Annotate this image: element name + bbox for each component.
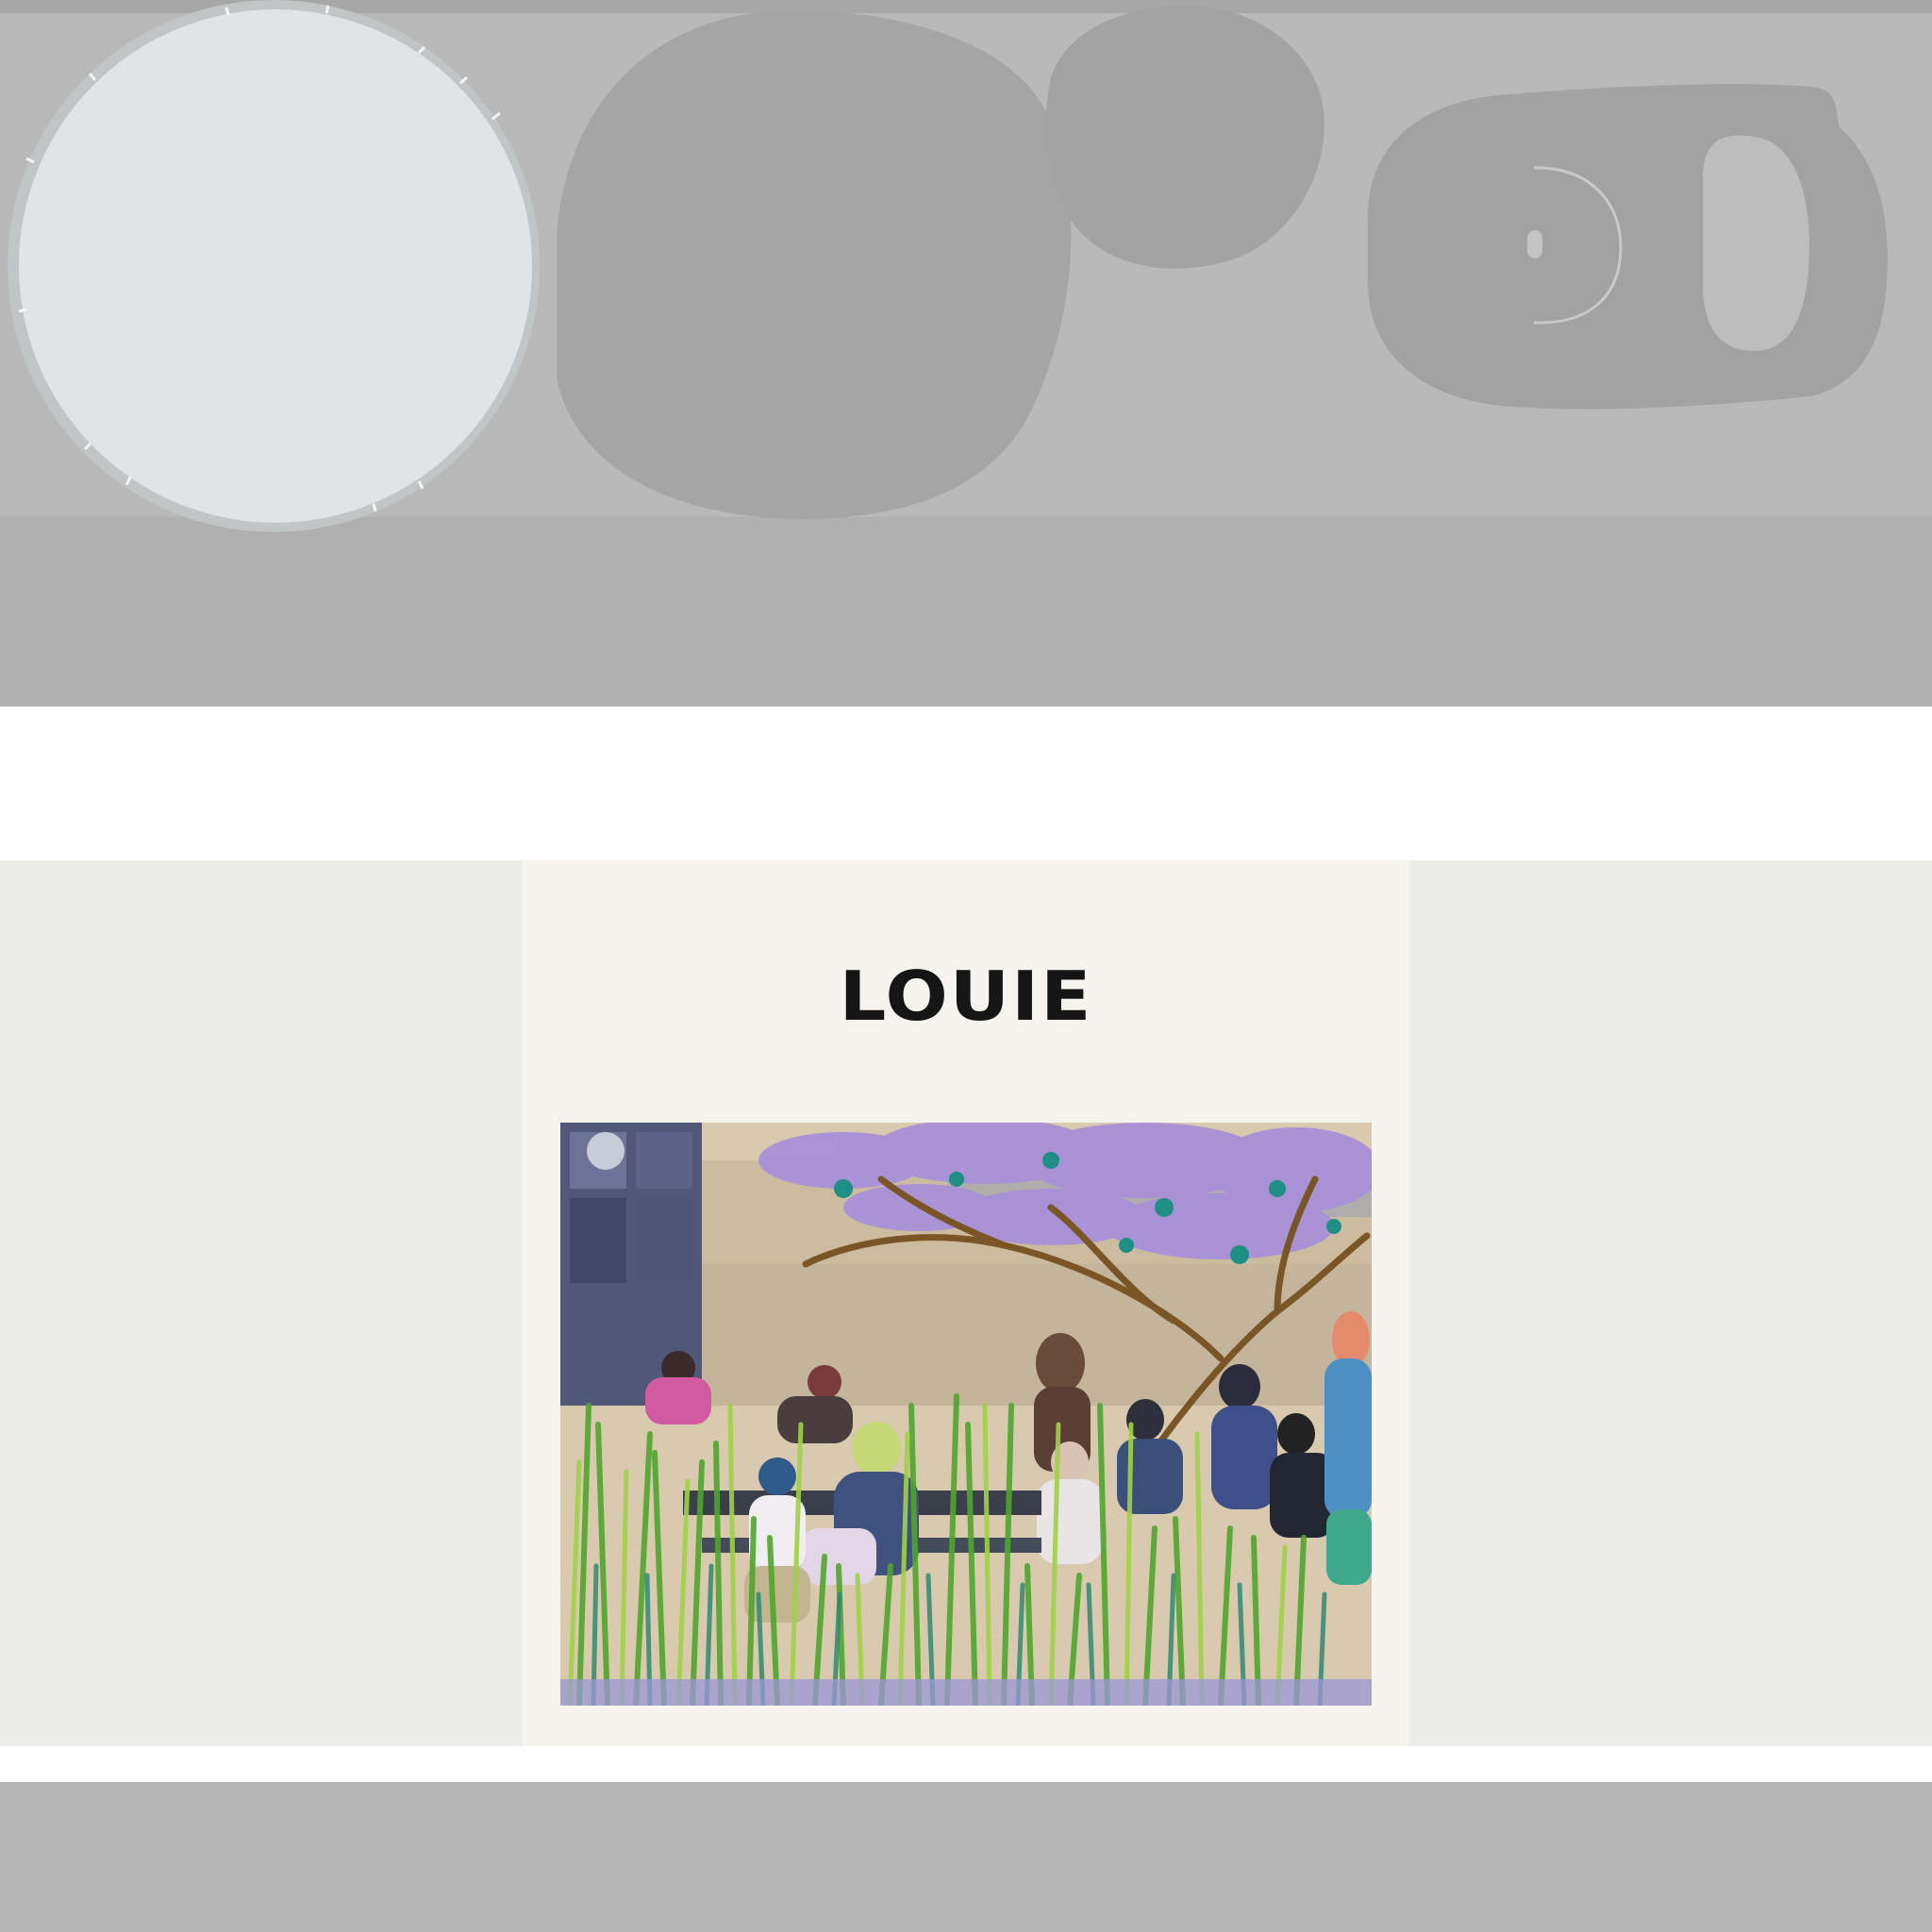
product-photo-band	[0, 0, 1932, 707]
speaker-body	[557, 10, 1072, 519]
artwork-panel: LOUIE	[0, 860, 1932, 1746]
album-cover: LOUIE	[523, 860, 1409, 1746]
painting	[560, 1123, 1372, 1706]
camera-module	[1368, 84, 1888, 409]
camera-lens	[1527, 230, 1542, 258]
mount-slot	[1703, 135, 1809, 351]
page: LOUIE	[0, 0, 1932, 1932]
speaker-cap	[1045, 5, 1324, 269]
product-shapes	[8, 0, 1888, 532]
album-title: LOUIE	[839, 958, 1093, 1037]
spacer-bottom	[0, 1746, 1932, 1782]
speaker-grille	[19, 9, 532, 523]
bottom-band	[0, 1782, 1932, 1932]
spacer	[0, 707, 1932, 860]
